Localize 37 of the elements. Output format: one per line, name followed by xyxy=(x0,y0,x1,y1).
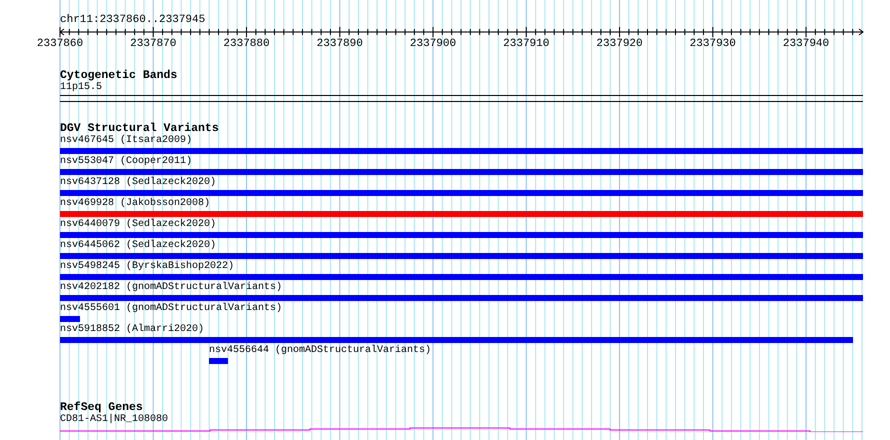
band-label: 11p15.5 xyxy=(60,82,102,94)
feature-label: nsv4555601 (gnomADStructuralVariants) xyxy=(60,303,282,315)
variant-bar[interactable] xyxy=(60,316,80,322)
ruler-tick-label: 2337930 xyxy=(690,38,736,50)
feature-label: nsv4556644 (gnomADStructuralVariants) xyxy=(209,345,432,357)
ruler-tick-label: 2337860 xyxy=(36,38,84,50)
feature-label: nsv6445062 (Sedlazeck2020) xyxy=(60,240,216,252)
track-title: Cytogenetic Bands xyxy=(60,70,178,82)
variant-bar[interactable] xyxy=(60,253,863,259)
variant-bar[interactable] xyxy=(60,211,863,217)
location-label: chr11:2337860..2337945 xyxy=(60,14,206,27)
ruler-tick-label: 2337900 xyxy=(410,38,456,50)
ruler-tick-label: 2337910 xyxy=(503,38,550,50)
ruler-tick-label: 2337890 xyxy=(316,38,363,50)
variant-bar[interactable] xyxy=(60,169,863,175)
feature-label: nsv553047 (Cooper2011) xyxy=(60,156,192,168)
feature-label: nsv469928 (Jakobsson2008) xyxy=(60,198,210,210)
feature-label: nsv6437128 (Sedlazeck2020) xyxy=(60,177,216,189)
feature-label: nsv6440079 (Sedlazeck2020) xyxy=(60,219,216,231)
feature-label: nsv467645 (Itsara2009) xyxy=(60,135,192,147)
track-title: DGV Structural Variants xyxy=(60,123,219,135)
ruler-tick-label: 2337920 xyxy=(596,38,643,50)
ruler-tick-label: 2337940 xyxy=(782,38,830,50)
feature-label: nsv4202182 (gnomADStructuralVariants) xyxy=(60,282,282,294)
feature-label: nsv5918852 (Almarri2020) xyxy=(60,324,204,336)
variant-bar[interactable] xyxy=(60,295,863,301)
variant-bar[interactable] xyxy=(60,232,863,238)
feature-label: nsv5498245 (ByrskaBishop2022) xyxy=(60,261,234,273)
variant-bar[interactable] xyxy=(209,358,228,364)
variant-bar[interactable] xyxy=(60,337,853,343)
variant-bar[interactable] xyxy=(60,148,863,154)
ruler-tick-label: 2337880 xyxy=(223,38,270,50)
ruler-tick-label: 2337870 xyxy=(130,38,176,50)
variant-bar[interactable] xyxy=(60,274,863,280)
gene-label: CD81-AS1|NR_108080 xyxy=(60,414,168,426)
variant-bar[interactable] xyxy=(60,190,863,196)
track-title: RefSeq Genes xyxy=(60,402,143,414)
